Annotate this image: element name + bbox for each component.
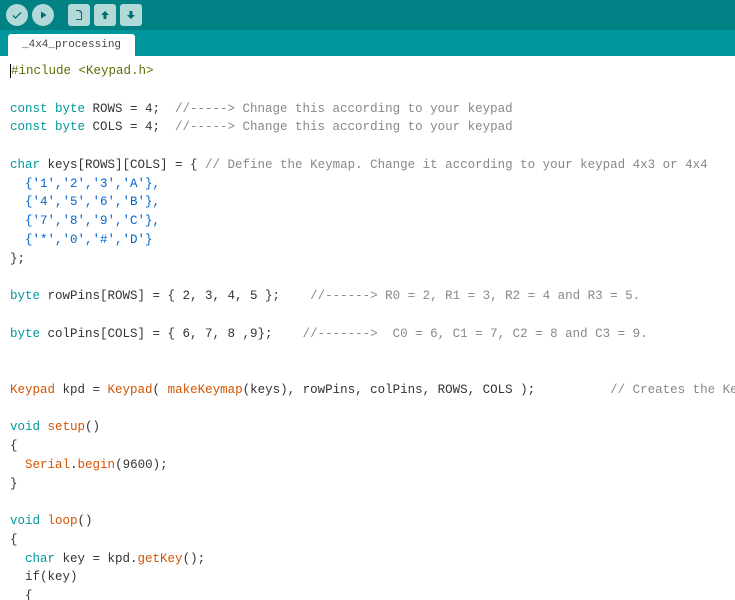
code-text: byte <box>10 289 40 303</box>
code-text: //-----> Chnage this according to your k… <box>175 102 513 116</box>
code-text: colPins[COLS] = { 6, 7, 8 ,9}; <box>40 327 303 341</box>
code-text: loop <box>48 514 78 528</box>
code-text: {'*','0','#','D'} <box>10 233 153 247</box>
code-text: key = kpd. <box>55 552 138 566</box>
code-text: <Keypad.h> <box>79 64 154 78</box>
code-text: void <box>10 420 40 434</box>
code-text: {'1','2','3','A'}, <box>10 177 160 191</box>
code-text: ( <box>153 383 168 397</box>
code-text: () <box>78 514 93 528</box>
code-text: rowPins[ROWS] = { 2, 3, 4, 5 }; <box>40 289 310 303</box>
code-text: kpd = <box>55 383 108 397</box>
code-text: char <box>10 158 40 172</box>
code-text: Serial <box>25 458 70 472</box>
toolbar <box>0 0 735 30</box>
code-text: (9600); <box>115 458 168 472</box>
code-text: (); <box>183 552 206 566</box>
verify-button[interactable] <box>6 4 28 26</box>
upload-button[interactable] <box>32 4 54 26</box>
code-text <box>40 420 48 434</box>
code-text <box>10 552 25 566</box>
code-text: Keypad <box>108 383 153 397</box>
code-text: {'4','5','6','B'}, <box>10 195 160 209</box>
code-text: keys[ROWS][COLS] = { <box>40 158 205 172</box>
code-text: setup <box>48 420 86 434</box>
code-text: () <box>85 420 100 434</box>
code-text: { <box>10 589 33 600</box>
code-text: begin <box>78 458 116 472</box>
code-text: //-----> Change this according to your k… <box>175 120 513 134</box>
open-button[interactable] <box>94 4 116 26</box>
code-text: //-------> C0 = 6, C1 = 7, C2 = 8 and C3… <box>303 327 648 341</box>
tab-bar: _4x4_processing <box>0 30 735 56</box>
code-text: Keypad <box>10 383 55 397</box>
code-text <box>10 458 25 472</box>
code-text: { <box>10 533 18 547</box>
code-text: COLS = 4; <box>85 120 175 134</box>
code-text: } <box>10 477 18 491</box>
code-text: (keys), rowPins, colPins, ROWS, COLS ); <box>243 383 611 397</box>
code-text: getKey <box>138 552 183 566</box>
code-text: const byte <box>10 102 85 116</box>
code-editor[interactable]: #include <Keypad.h> const byte ROWS = 4;… <box>0 56 735 600</box>
code-text: }; <box>10 252 25 266</box>
code-text: {'7','8','9','C'}, <box>10 214 160 228</box>
code-text: // Define the Keymap. Change it accordin… <box>205 158 708 172</box>
code-text: . <box>70 458 78 472</box>
code-text: char <box>25 552 55 566</box>
code-text: byte <box>10 327 40 341</box>
code-text: // Creates the Keypad <box>610 383 735 397</box>
code-text: const byte <box>10 120 85 134</box>
code-text: void <box>10 514 40 528</box>
code-text: if(key) <box>10 570 78 584</box>
code-text: //------> R0 = 2, R1 = 3, R2 = 4 and R3 … <box>310 289 640 303</box>
tab-sketch[interactable]: _4x4_processing <box>8 34 135 56</box>
new-button[interactable] <box>68 4 90 26</box>
code-text: { <box>10 439 18 453</box>
code-text: #include <box>11 64 79 78</box>
code-text: makeKeymap <box>168 383 243 397</box>
save-button[interactable] <box>120 4 142 26</box>
code-text: ROWS = 4; <box>85 102 175 116</box>
code-text <box>40 514 48 528</box>
